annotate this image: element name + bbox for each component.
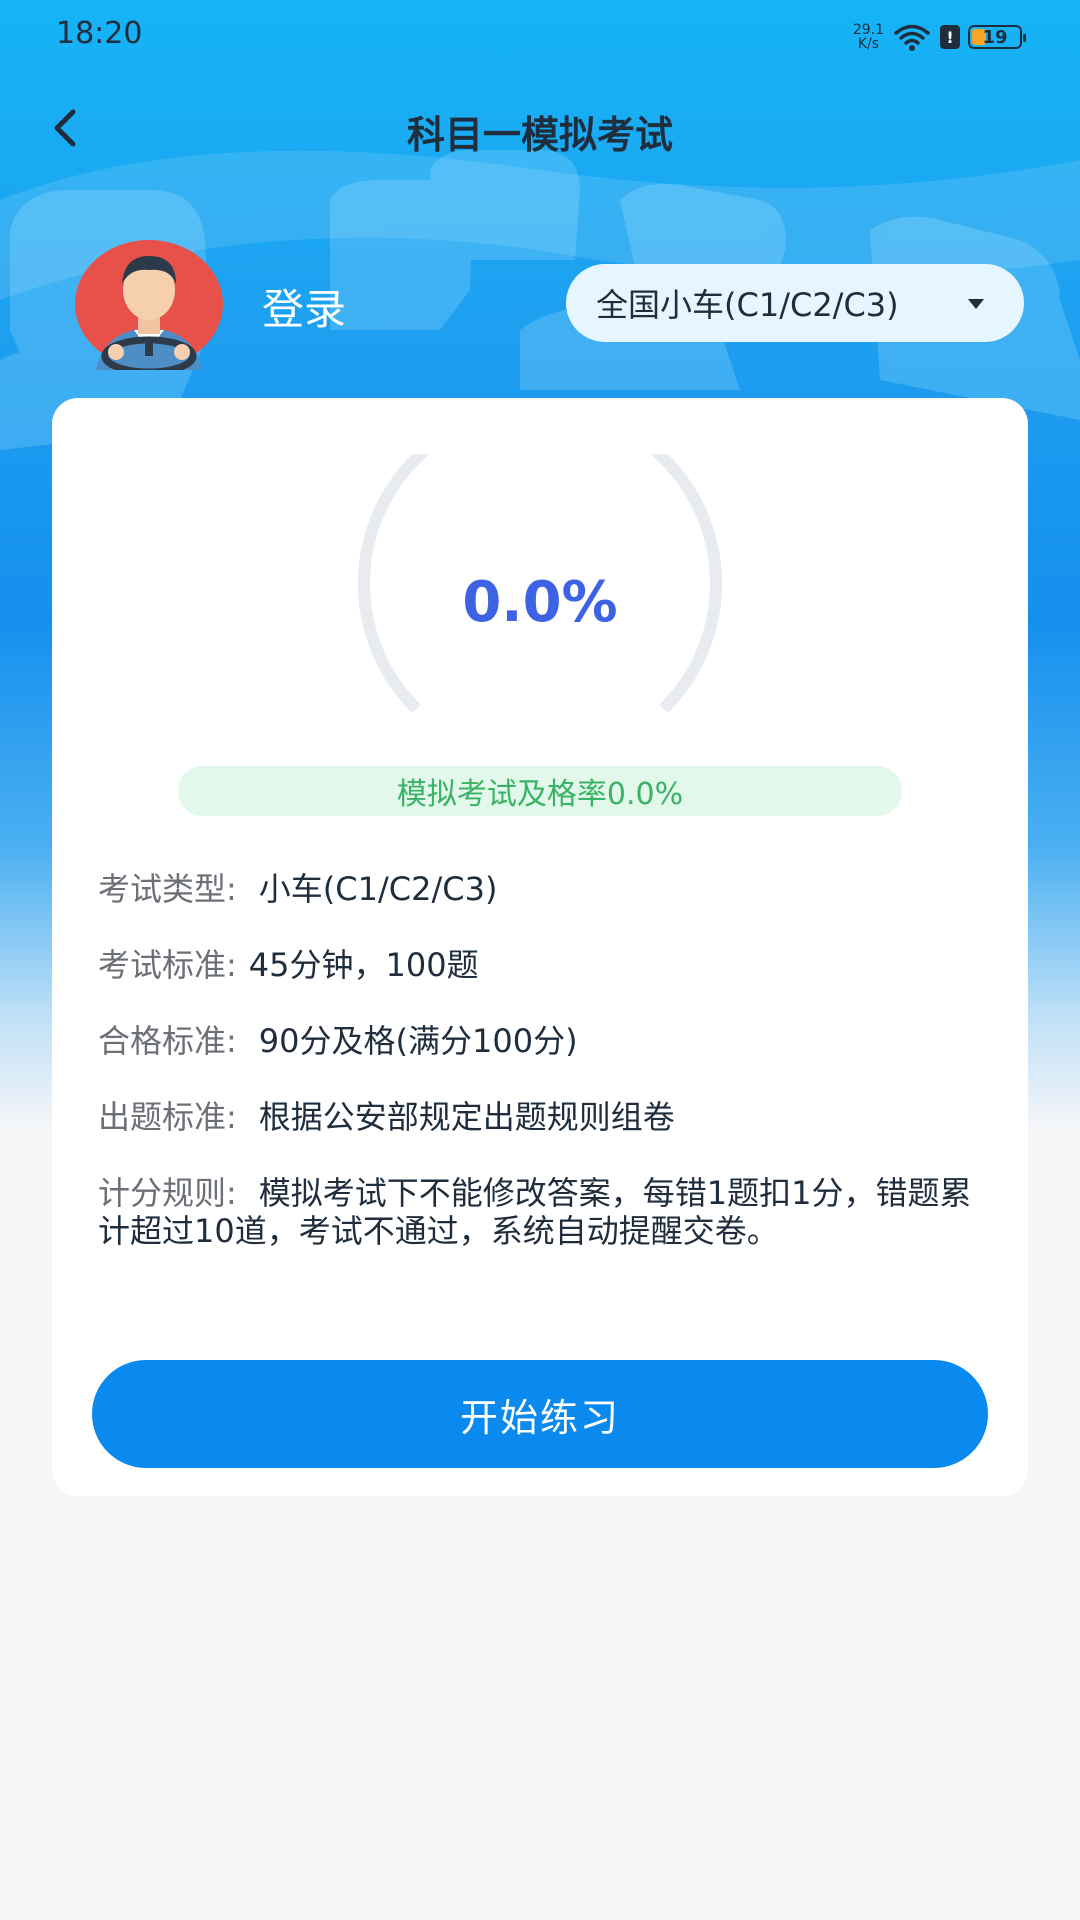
info-row-pass: 合格标准: 90分及格(满分100分) — [98, 1022, 978, 1060]
status-bar: 18:20 29.1 K/s ! 19 — [0, 0, 1080, 72]
pass-rate-label: 模拟考试及格率0.0% — [396, 777, 684, 812]
wifi-icon — [894, 24, 930, 51]
info-key: 出题标准: — [98, 1098, 237, 1136]
info-row-type: 考试类型: 小车(C1/C2/C3) — [98, 870, 978, 908]
info-row-question: 出题标准: 根据公安部规定出题规则组卷 — [98, 1098, 978, 1136]
driver-avatar-icon — [75, 240, 223, 376]
top-bar: 科目一模拟考试 — [0, 90, 1080, 166]
network-speed: 29.1 K/s — [853, 23, 884, 51]
network-speed-unit: K/s — [857, 36, 880, 52]
pass-rate-badge: 模拟考试及格率0.0% — [178, 766, 902, 816]
battery-icon: 19 — [968, 25, 1026, 49]
license-type-dropdown[interactable]: 全国小车(C1/C2/C3) — [566, 264, 1024, 342]
login-link[interactable]: 登录 — [262, 276, 346, 337]
license-type-value: 全国小车(C1/C2/C3) — [596, 286, 899, 324]
info-row-standard: 考试标准: 45分钟，100题 — [98, 946, 978, 984]
network-speed-value: 29.1 — [852, 22, 884, 38]
alert-icon: ! — [940, 25, 960, 49]
info-key: 考试标准: — [98, 946, 237, 984]
battery-level: 19 — [982, 26, 1008, 48]
status-icons: 29.1 K/s ! 19 — [853, 20, 1026, 54]
page-title: 科目一模拟考试 — [406, 113, 673, 157]
info-value: 根据公安部规定出题规则组卷 — [258, 1098, 675, 1136]
info-key: 考试类型: — [98, 870, 237, 908]
info-key: 计分规则: — [98, 1174, 237, 1212]
info-value: 90分及格(满分100分) — [258, 1022, 578, 1060]
info-value: 小车(C1/C2/C3) — [258, 870, 498, 908]
status-time: 18:20 — [56, 16, 143, 51]
caret-down-icon — [968, 299, 984, 309]
avatar[interactable] — [74, 238, 224, 376]
info-key: 合格标准: — [98, 1022, 237, 1060]
pass-rate-value: 0.0% — [462, 570, 618, 635]
start-practice-button[interactable]: 开始练习 — [92, 1360, 988, 1468]
start-practice-label: 开始练习 — [459, 1395, 620, 1440]
info-row-scoring: 计分规则: 模拟考试下不能修改答案，每错1题扣1分，错题累计超过10道，考试不通过… — [98, 1174, 978, 1250]
info-value: 45分钟，100题 — [248, 946, 479, 984]
